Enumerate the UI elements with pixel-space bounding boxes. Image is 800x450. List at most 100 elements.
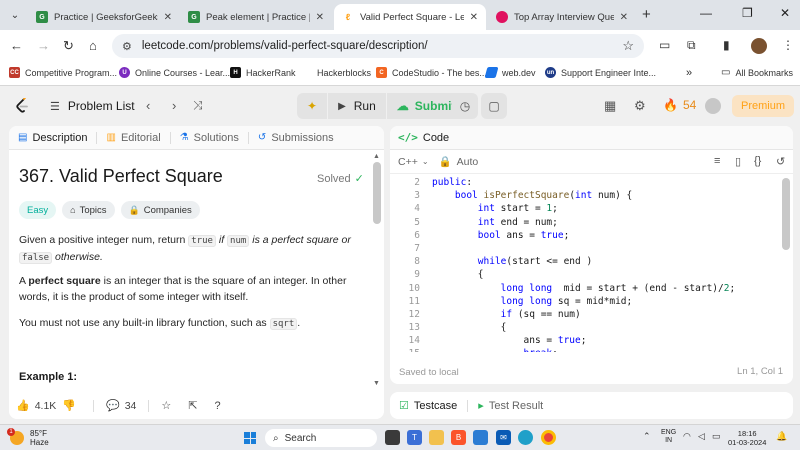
store-icon[interactable]: [473, 430, 488, 445]
home-icon[interactable]: ⌂: [89, 38, 97, 53]
streak-counter[interactable]: 🔥 54: [663, 98, 696, 112]
problem-list-button[interactable]: ☰ Problem List: [50, 99, 135, 113]
mail-icon[interactable]: ✉: [496, 430, 511, 445]
user-avatar[interactable]: [705, 98, 721, 114]
bookmark-item[interactable]: CC Competitive Program...: [9, 67, 117, 78]
back-icon[interactable]: ←: [10, 38, 23, 53]
share-button[interactable]: ⇱: [188, 399, 202, 412]
chevron-down-icon[interactable]: ⌄: [422, 157, 429, 166]
premium-button[interactable]: Premium: [732, 95, 794, 117]
description-scrollbar[interactable]: [373, 162, 381, 224]
bookmark-item[interactable]: H HackerRank: [230, 67, 296, 78]
windows-start-icon[interactable]: [244, 432, 256, 444]
tab-submissions[interactable]: ↺ Submissions: [249, 126, 343, 150]
wifi-icon[interactable]: ◠: [683, 431, 691, 442]
close-icon[interactable]: ✕: [316, 12, 324, 23]
code-scrollbar[interactable]: [782, 178, 790, 250]
run-button[interactable]: ▶ Run: [328, 93, 386, 119]
address-bar[interactable]: ⚙ leetcode.com/problems/valid-perfect-sq…: [112, 34, 644, 58]
brave-icon[interactable]: B: [451, 430, 466, 445]
notifications-icon[interactable]: 🔔: [776, 431, 787, 442]
shuffle-icon[interactable]: ⤨: [193, 98, 203, 113]
restore-icon[interactable]: ❐: [742, 6, 753, 20]
difficulty-chip[interactable]: Easy: [19, 201, 57, 219]
bookmark-item[interactable]: Hackerblocks: [301, 67, 371, 78]
file-explorer-icon[interactable]: [429, 430, 444, 445]
profile-avatar[interactable]: [751, 38, 767, 54]
edge-icon[interactable]: [518, 430, 533, 445]
taskbar-search[interactable]: ⌕ Search: [265, 429, 377, 447]
debug-button[interactable]: ✦: [297, 93, 327, 119]
braces-icon[interactable]: {}: [754, 155, 761, 167]
timer-icon[interactable]: ◷: [452, 93, 478, 119]
format-icon[interactable]: ≡: [714, 155, 720, 167]
forward-icon[interactable]: →: [37, 38, 50, 53]
like-button[interactable]: 👍 4.1K: [16, 399, 56, 413]
folder-icon: ▭: [721, 67, 731, 78]
reload-icon[interactable]: ↻: [63, 38, 74, 54]
next-problem-icon[interactable]: ›: [172, 98, 176, 113]
sidebar-icon[interactable]: ▮: [723, 38, 730, 52]
window-close-icon[interactable]: ✕: [780, 6, 790, 20]
scroll-up-icon[interactable]: ▲: [373, 153, 380, 160]
close-icon[interactable]: ✕: [470, 12, 478, 23]
extensions-icon[interactable]: ⧉: [687, 38, 696, 53]
battery-icon[interactable]: ▭: [712, 431, 721, 442]
system-clock[interactable]: 18:16 01-03-2024: [728, 429, 766, 447]
more-bookmarks-icon[interactable]: »: [686, 67, 692, 79]
browser-tab[interactable]: G Peak element | Practice | Ge ✕: [180, 4, 332, 30]
settings-gear-icon[interactable]: ⚙: [634, 98, 646, 114]
help-button[interactable]: ?: [215, 400, 226, 412]
tab-test-result[interactable]: ▸ Test Result: [478, 399, 543, 413]
dislike-button[interactable]: 👎: [62, 399, 81, 412]
all-bookmarks[interactable]: ▭ All Bookmarks: [721, 67, 793, 78]
bookmark-item[interactable]: un Support Engineer Inte...: [545, 67, 656, 78]
language-indicator[interactable]: ENG IN: [661, 429, 676, 445]
bookmark-icon[interactable]: ▯: [735, 155, 741, 168]
tab-solutions[interactable]: ⚗ Solutions: [171, 126, 248, 150]
notes-icon[interactable]: ▢: [481, 93, 507, 119]
code-line: 13 {: [390, 321, 782, 334]
bookmark-item[interactable]: web.dev: [484, 67, 536, 78]
weather-widget[interactable]: 1 85°F Haze: [7, 428, 49, 447]
notification-badge: 1: [7, 428, 15, 436]
browser-tab-active[interactable]: ℓ Valid Perfect Square - LeetC ✕: [334, 4, 486, 30]
chrome-icon[interactable]: [541, 430, 556, 445]
code-line: 11 long long sq = mid*mid;: [390, 295, 782, 308]
layout-icon[interactable]: ▦: [604, 98, 616, 114]
new-tab-icon[interactable]: +: [642, 6, 651, 23]
language-select[interactable]: C++: [398, 156, 418, 168]
bookmark-item[interactable]: C CodeStudio - The bes...: [376, 67, 487, 78]
bookmark-star-icon[interactable]: ☆: [622, 38, 634, 54]
teams-icon[interactable]: T: [407, 430, 422, 445]
tab-testcase[interactable]: ☑ Testcase: [399, 399, 457, 413]
line-number: 11: [408, 295, 420, 307]
code-footer: Saved to local Ln 1, Col 1: [390, 360, 793, 384]
bookmark-item[interactable]: U Online Courses - Lear...: [119, 67, 230, 78]
prev-problem-icon[interactable]: ‹: [146, 98, 150, 113]
site-info-icon[interactable]: ⚙: [122, 40, 132, 53]
tab-editorial[interactable]: ▥ Editorial: [97, 126, 169, 150]
volume-icon[interactable]: ◁: [698, 431, 705, 442]
favorite-button[interactable]: ☆: [161, 399, 176, 412]
browser-tab[interactable]: Top Array Interview Questio ✕: [488, 4, 636, 30]
topics-chip[interactable]: ⌂ Topics: [62, 201, 115, 219]
comments-button[interactable]: 💬 34: [106, 399, 136, 413]
close-icon[interactable]: ✕: [620, 12, 628, 23]
close-icon[interactable]: ✕: [164, 12, 172, 23]
leetcode-logo-icon[interactable]: [15, 98, 29, 114]
tab-description[interactable]: ▤ Description: [9, 126, 96, 150]
task-view-icon[interactable]: [385, 430, 400, 445]
menu-icon[interactable]: ⋮: [782, 38, 794, 52]
auto-mode-label[interactable]: Auto: [457, 156, 479, 168]
code-editor[interactable]: 2 public: 3 bool isPerfectSquare(int num) …: [390, 176, 782, 352]
tab-search-icon[interactable]: ⌄: [6, 6, 24, 24]
companies-chip[interactable]: 🔒 Companies: [120, 201, 200, 219]
tray-chevron-icon[interactable]: ⌃: [643, 431, 651, 442]
cast-icon[interactable]: ▭: [659, 38, 670, 52]
reset-icon[interactable]: ↺: [776, 155, 785, 168]
history-icon: ↺: [257, 132, 267, 143]
browser-tab[interactable]: G Practice | GeeksforGeeks | A ✕: [28, 4, 180, 30]
scroll-down-icon[interactable]: ▼: [373, 380, 380, 387]
minimize-icon[interactable]: —: [700, 6, 712, 20]
